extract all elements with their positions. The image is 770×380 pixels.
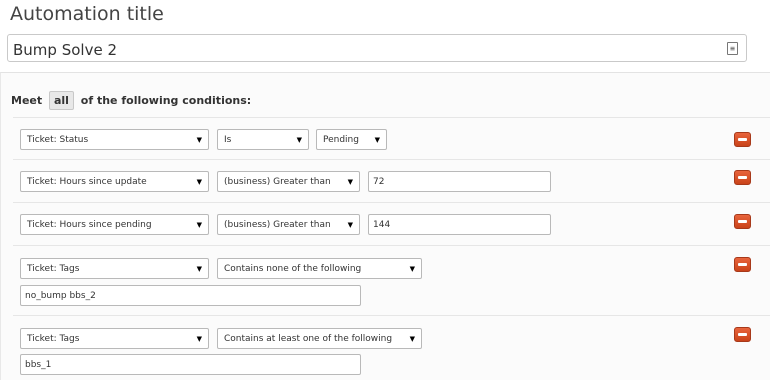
condition-value-input[interactable]: 72 (368, 171, 551, 192)
minus-icon (738, 263, 747, 266)
chevron-down-icon: ▼ (196, 335, 202, 343)
condition-field-select[interactable]: Ticket: Tags ▼ (20, 258, 209, 279)
chevron-down-icon: ▼ (196, 178, 202, 186)
row-divider (13, 245, 770, 246)
chevron-down-icon: ▼ (409, 265, 415, 273)
chevron-down-icon: ▼ (196, 221, 202, 229)
condition-operator-value: Contains at least one of the following (224, 334, 393, 344)
condition-operator-select[interactable]: Contains at least one of the following ▼ (217, 328, 422, 349)
minus-icon (738, 220, 747, 223)
condition-operator-value: Contains none of the following (224, 264, 362, 274)
condition-operator-select[interactable]: (business) Greater than ▼ (217, 171, 360, 192)
minus-icon (738, 176, 747, 179)
chevron-down-icon: ▼ (374, 136, 380, 144)
condition-field-value: Ticket: Tags (27, 264, 80, 274)
automation-title-input[interactable]: Bump Solve 2 ≡ (7, 34, 747, 62)
condition-value-input[interactable]: 144 (368, 214, 551, 235)
conditions-panel: Meet all of the following conditions: Ti… (0, 72, 770, 380)
condition-operator-value: (business) Greater than (224, 177, 331, 187)
automation-title-value: Bump Solve 2 (13, 41, 117, 59)
remove-condition-button[interactable] (734, 170, 751, 185)
remove-condition-button[interactable] (734, 257, 751, 272)
remove-condition-button[interactable] (734, 327, 751, 342)
tags-value: no_bump bbs_2 (25, 291, 96, 301)
row-divider (13, 315, 770, 316)
minus-icon (738, 333, 747, 336)
meet-prefix: Meet (11, 94, 43, 107)
minus-icon (738, 138, 747, 141)
meet-suffix: of the following conditions: (80, 94, 252, 107)
condition-operator-select[interactable]: Is ▼ (217, 129, 309, 150)
condition-operator-select[interactable]: (business) Greater than ▼ (217, 214, 360, 235)
condition-value: 144 (373, 220, 391, 230)
condition-field-value: Ticket: Tags (27, 334, 80, 344)
condition-field-value: Ticket: Hours since pending (27, 220, 152, 230)
tags-input[interactable]: bbs_1 (20, 354, 361, 375)
row-divider (13, 117, 770, 118)
chevron-down-icon: ▼ (196, 136, 202, 144)
condition-field-select[interactable]: Ticket: Hours since update ▼ (20, 171, 209, 192)
condition-value: Pending (323, 135, 359, 145)
condition-field-select[interactable]: Ticket: Tags ▼ (20, 328, 209, 349)
condition-field-select[interactable]: Ticket: Status ▼ (20, 129, 209, 150)
remove-condition-button[interactable] (734, 214, 751, 229)
remove-condition-button[interactable] (734, 132, 751, 147)
field-options-icon[interactable]: ≡ (727, 42, 738, 55)
condition-value: 72 (373, 177, 385, 187)
condition-field-select[interactable]: Ticket: Hours since pending ▼ (20, 214, 209, 235)
row-divider (13, 159, 770, 160)
automation-title-heading: Automation title (10, 3, 164, 25)
row-divider (13, 202, 770, 203)
chevron-down-icon: ▼ (196, 265, 202, 273)
tags-value: bbs_1 (25, 360, 52, 370)
meet-conditions-label: Meet all of the following conditions: (11, 91, 251, 110)
condition-operator-select[interactable]: Contains none of the following ▼ (217, 258, 422, 279)
condition-operator-value: (business) Greater than (224, 220, 331, 230)
chevron-down-icon: ▼ (296, 136, 302, 144)
tags-input[interactable]: no_bump bbs_2 (20, 285, 361, 306)
condition-operator-value: Is (224, 135, 232, 145)
chevron-down-icon: ▼ (409, 335, 415, 343)
condition-value-select[interactable]: Pending ▼ (316, 129, 387, 150)
match-mode-toggle[interactable]: all (48, 91, 74, 110)
condition-field-value: Ticket: Hours since update (27, 177, 147, 187)
chevron-down-icon: ▼ (347, 221, 353, 229)
chevron-down-icon: ▼ (347, 178, 353, 186)
condition-field-value: Ticket: Status (27, 135, 89, 145)
